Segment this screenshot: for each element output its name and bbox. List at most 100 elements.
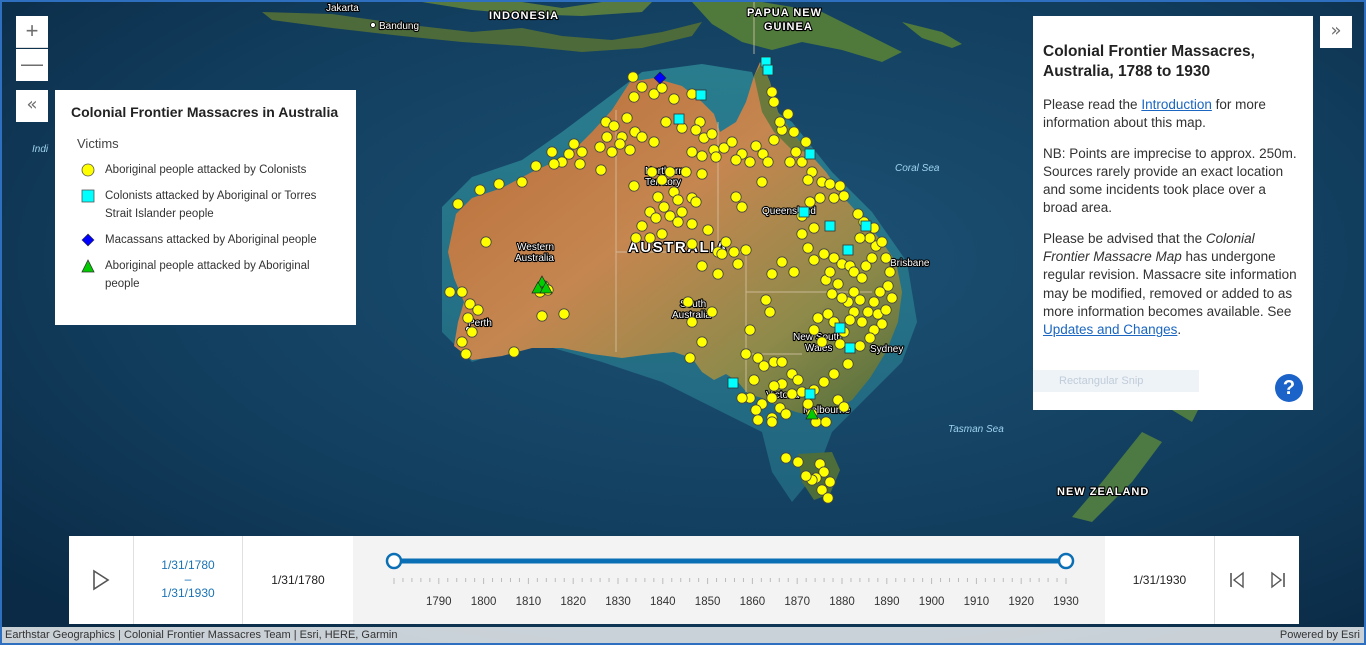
marker-colonists-attack[interactable] — [702, 224, 714, 236]
marker-aboriginal-attack[interactable] — [844, 342, 856, 354]
marker-colonists-attack[interactable] — [854, 294, 866, 306]
marker-colonists-attack[interactable] — [682, 296, 694, 308]
marker-colonists-attack[interactable] — [866, 252, 878, 264]
marker-colonists-attack[interactable] — [684, 352, 696, 364]
marker-colonists-attack[interactable] — [652, 191, 664, 203]
marker-colonists-attack[interactable] — [802, 242, 814, 254]
help-button[interactable]: ? — [1275, 374, 1303, 402]
marker-colonists-attack[interactable] — [800, 136, 812, 148]
introduction-link[interactable]: Introduction — [1141, 97, 1212, 112]
marker-colonists-attack[interactable] — [834, 338, 846, 350]
marker-colonists-attack[interactable] — [828, 192, 840, 204]
marker-aboriginal-attack[interactable] — [804, 388, 816, 400]
marker-colonists-attack[interactable] — [686, 238, 698, 250]
marker-colonists-attack[interactable] — [636, 131, 648, 143]
marker-colonists-attack[interactable] — [880, 252, 892, 264]
marker-colonists-attack[interactable] — [776, 356, 788, 368]
marker-colonists-attack[interactable] — [480, 236, 492, 248]
updates-link[interactable]: Updates and Changes — [1043, 322, 1177, 337]
marker-colonists-attack[interactable] — [864, 232, 876, 244]
marker-colonists-attack[interactable] — [646, 166, 658, 178]
marker-colonists-attack[interactable] — [696, 260, 708, 272]
marker-colonists-attack[interactable] — [788, 266, 800, 278]
marker-colonists-attack[interactable] — [628, 91, 640, 103]
marker-colonists-attack[interactable] — [546, 146, 558, 158]
marker-colonists-attack[interactable] — [768, 134, 780, 146]
marker-colonists-attack[interactable] — [766, 392, 778, 404]
marker-aboriginal-attack[interactable] — [798, 206, 810, 218]
marker-aboriginal-attack[interactable] — [762, 64, 774, 76]
marker-colonists-attack[interactable] — [834, 180, 846, 192]
marker-colonists-attack[interactable] — [726, 136, 738, 148]
marker-colonists-attack[interactable] — [686, 316, 698, 328]
marker-colonists-attack[interactable] — [812, 312, 824, 324]
marker-colonists-attack[interactable] — [660, 116, 672, 128]
marker-colonists-attack[interactable] — [636, 81, 648, 93]
marker-colonists-attack[interactable] — [876, 236, 888, 248]
marker-colonists-attack[interactable] — [818, 248, 830, 260]
marker-colonists-attack[interactable] — [444, 286, 456, 298]
marker-colonists-attack[interactable] — [656, 82, 668, 94]
marker-colonists-attack[interactable] — [568, 138, 580, 150]
marker-aboriginal-attack[interactable] — [842, 244, 854, 256]
marker-colonists-attack[interactable] — [750, 404, 762, 416]
marker-colonists-attack[interactable] — [728, 246, 740, 258]
marker-colonists-attack[interactable] — [768, 96, 780, 108]
marker-colonists-attack[interactable] — [824, 476, 836, 488]
marker-colonists-attack[interactable] — [696, 336, 708, 348]
marker-colonists-attack[interactable] — [802, 398, 814, 410]
marker-colonists-attack[interactable] — [696, 168, 708, 180]
marker-colonists-attack[interactable] — [874, 286, 886, 298]
marker-colonists-attack[interactable] — [627, 71, 639, 83]
info-expand-button[interactable]: » — [1320, 16, 1352, 48]
marker-colonists-attack[interactable] — [676, 206, 688, 218]
marker-colonists-attack[interactable] — [788, 126, 800, 138]
marker-colonists-attack[interactable] — [730, 191, 742, 203]
marker-colonists-attack[interactable] — [802, 174, 814, 186]
marker-colonists-attack[interactable] — [808, 324, 820, 336]
marker-colonists-attack[interactable] — [606, 146, 618, 158]
marker-colonists-attack[interactable] — [736, 392, 748, 404]
marker-colonists-attack[interactable] — [466, 326, 478, 338]
marker-colonists-attack[interactable] — [868, 296, 880, 308]
marker-colonists-attack[interactable] — [656, 228, 668, 240]
marker-colonists-attack[interactable] — [828, 368, 840, 380]
marker-colonists-attack[interactable] — [758, 360, 770, 372]
zoom-in-button[interactable]: + — [16, 16, 48, 48]
previous-button[interactable] — [1223, 566, 1251, 594]
marker-colonists-attack[interactable] — [462, 312, 474, 324]
marker-colonists-attack[interactable] — [822, 492, 834, 504]
marker-colonists-attack[interactable] — [548, 158, 560, 170]
marker-colonists-attack[interactable] — [766, 268, 778, 280]
marker-colonists-attack[interactable] — [842, 358, 854, 370]
marker-colonists-attack[interactable] — [672, 194, 684, 206]
marker-colonists-attack[interactable] — [820, 416, 832, 428]
marker-colonists-attack[interactable] — [558, 308, 570, 320]
marker-colonists-attack[interactable] — [880, 304, 892, 316]
marker-colonists-attack[interactable] — [826, 288, 838, 300]
marker-colonists-attack[interactable] — [712, 268, 724, 280]
marker-colonists-attack[interactable] — [856, 272, 868, 284]
marker-colonists-attack[interactable] — [452, 198, 464, 210]
marker-colonists-attack[interactable] — [595, 164, 607, 176]
powered-by-esri[interactable]: Powered by Esri — [1280, 627, 1360, 643]
marker-colonists-attack[interactable] — [628, 180, 640, 192]
marker-colonists-attack[interactable] — [886, 292, 898, 304]
marker-aboriginal-attack[interactable] — [727, 377, 739, 389]
zoom-out-button[interactable]: — — [16, 49, 48, 81]
slider-thumb-end[interactable] — [1057, 552, 1075, 570]
marker-colonists-attack[interactable] — [782, 108, 794, 120]
marker-colonists-attack[interactable] — [744, 156, 756, 168]
marker-colonists-attack[interactable] — [536, 310, 548, 322]
marker-colonists-attack[interactable] — [636, 220, 648, 232]
marker-colonists-attack[interactable] — [864, 332, 876, 344]
marker-colonists-attack[interactable] — [664, 166, 676, 178]
marker-colonists-attack[interactable] — [804, 196, 816, 208]
marker-colonists-attack[interactable] — [696, 150, 708, 162]
marker-colonists-attack[interactable] — [644, 232, 656, 244]
marker-colonists-attack[interactable] — [800, 470, 812, 482]
marker-colonists-attack[interactable] — [856, 316, 868, 328]
marker-aboriginal-attack[interactable] — [804, 148, 816, 160]
marker-colonists-attack[interactable] — [790, 146, 802, 158]
marker-colonists-attack[interactable] — [854, 340, 866, 352]
